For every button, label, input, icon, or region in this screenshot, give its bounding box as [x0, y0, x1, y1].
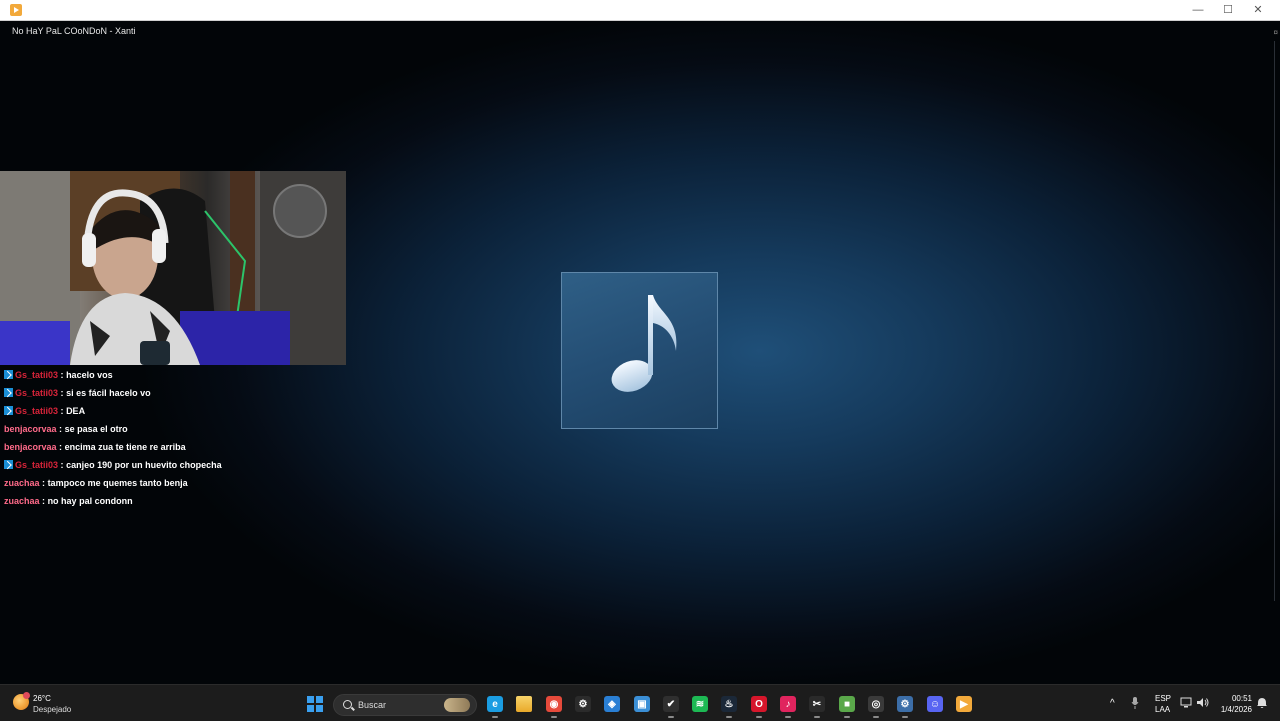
chat-username: zuachaa: [4, 478, 40, 488]
prime-badge-icon: [4, 370, 13, 379]
close-button[interactable]: ✕: [1243, 0, 1273, 20]
app-sync-icon[interactable]: ◈: [604, 696, 620, 712]
chat-separator: :: [42, 478, 46, 488]
chat-separator: :: [59, 442, 63, 452]
running-indicator: [873, 716, 879, 718]
windows-logo-icon: [316, 705, 323, 712]
language-indicator-top[interactable]: ESP: [1155, 694, 1171, 703]
chat-separator: :: [60, 460, 64, 470]
running-indicator: [814, 716, 820, 718]
chat-username: Gs_tatii03: [15, 406, 59, 416]
media-player-icon[interactable]: ▶: [956, 696, 972, 712]
notification-bell-icon[interactable]: [1257, 697, 1267, 711]
chat-separator: :: [59, 424, 63, 434]
running-indicator: [668, 716, 674, 718]
title-bar: — ☐ ✕: [0, 0, 1280, 21]
running-indicator: [844, 716, 850, 718]
tiktok-icon[interactable]: ♪: [780, 696, 796, 712]
obs-icon[interactable]: ◎: [868, 696, 884, 712]
webcam-overlay: [0, 171, 346, 365]
scrollbar[interactable]: [1274, 41, 1275, 601]
chat-text: si es fácil hacelo vo: [66, 388, 151, 398]
chat-username: zuachaa: [4, 496, 40, 506]
chat-message: benjacorvaa : se pasa el otro: [4, 420, 404, 438]
chat-separator: :: [42, 496, 46, 506]
settings-icon[interactable]: ⚙: [897, 696, 913, 712]
chat-overlay: Gs_tatii03 : hacelo vos Gs_tatii03 : si …: [4, 366, 404, 510]
search-highlight-icon: [444, 698, 470, 712]
weather-icon[interactable]: [13, 692, 30, 710]
game-app-icon[interactable]: ■: [839, 696, 855, 712]
chat-message: Gs_tatii03 : canjeo 190 por un huevito c…: [4, 456, 404, 474]
music-note-icon: [611, 295, 677, 392]
windows-logo-icon: [316, 696, 323, 703]
chat-text: tampoco me quemes tanto benja: [47, 478, 188, 488]
prime-badge-icon: [4, 460, 13, 469]
running-indicator: [726, 716, 732, 718]
taskbar-search-box[interactable]: Buscar: [333, 694, 477, 716]
track-title: No HaY PaL COoNDoN - Xanti: [12, 26, 136, 36]
chat-text: canjeo 190 por un huevito chopecha: [66, 460, 222, 470]
show-hidden-icons-chevron[interactable]: ^: [1110, 698, 1115, 709]
file-explorer-icon[interactable]: [516, 696, 532, 712]
opera-icon[interactable]: O: [751, 696, 767, 712]
running-indicator: [756, 716, 762, 718]
windows-logo-icon: [307, 705, 314, 712]
steam-icon[interactable]: ♨: [721, 696, 737, 712]
steelseries-icon[interactable]: ⚙: [575, 696, 591, 712]
capcut-icon[interactable]: ✂: [809, 696, 825, 712]
search-placeholder: Buscar: [358, 700, 387, 710]
media-player-app-icon: [10, 4, 22, 16]
spotify-icon[interactable]: ≋: [692, 696, 708, 712]
clock-time[interactable]: 00:51: [1218, 694, 1252, 703]
chat-text: encima zua te tiene re arriba: [64, 442, 186, 452]
chat-text: no hay pal condonn: [47, 496, 133, 506]
chat-message: Gs_tatii03 : hacelo vos: [4, 366, 404, 384]
edge-marker: ¤: [1273, 28, 1278, 37]
running-indicator: [551, 716, 557, 718]
chat-text: se pasa el otro: [64, 424, 128, 434]
language-indicator-bottom[interactable]: LAA: [1155, 705, 1170, 714]
prime-badge-icon: [4, 406, 13, 415]
start-button[interactable]: [307, 696, 323, 712]
running-indicator: [902, 716, 908, 718]
weather-temperature[interactable]: 26°C: [33, 694, 51, 703]
chat-message: zuachaa : no hay pal condonn: [4, 492, 404, 510]
chat-text: DEA: [66, 406, 86, 416]
nvidia-icon[interactable]: ✔: [663, 696, 679, 712]
running-indicator: [785, 716, 791, 718]
weather-description[interactable]: Despejado: [33, 705, 71, 714]
chat-message: Gs_tatii03 : si es fácil hacelo vo: [4, 384, 404, 402]
volume-icon[interactable]: [1196, 697, 1209, 710]
search-icon: [343, 700, 352, 709]
windows-logo-icon: [307, 696, 314, 703]
chat-separator: :: [60, 406, 64, 416]
app-window-icon[interactable]: ▣: [634, 696, 650, 712]
chat-message: benjacorvaa : encima zua te tiene re arr…: [4, 438, 404, 456]
chat-username: benjacorvaa: [4, 442, 57, 452]
maximize-button[interactable]: ☐: [1213, 0, 1243, 20]
chat-username: benjacorvaa: [4, 424, 57, 434]
chat-separator: :: [60, 370, 64, 380]
chat-username: Gs_tatii03: [15, 460, 59, 470]
chrome-icon[interactable]: ◉: [546, 696, 562, 712]
chat-text: hacelo vos: [66, 370, 113, 380]
edge-icon[interactable]: e: [487, 696, 503, 712]
album-art-placeholder: [561, 272, 718, 429]
microphone-icon[interactable]: [1131, 697, 1139, 711]
running-indicator: [492, 716, 498, 718]
minimize-button[interactable]: —: [1183, 0, 1213, 20]
network-icon[interactable]: [1180, 697, 1192, 710]
chat-message: zuachaa : tampoco me quemes tanto benja: [4, 474, 404, 492]
chat-message: Gs_tatii03 : DEA: [4, 402, 404, 420]
discord-icon[interactable]: ☺: [927, 696, 943, 712]
chat-username: Gs_tatii03: [15, 388, 59, 398]
taskbar: 26°C Despejado Buscar e ◉ ⚙ ◈ ▣ ✔ ≋ ♨ O ♪ ✂ ■ ◎ ⚙ ☺ ▶ ^…: [0, 684, 1280, 721]
chat-username: Gs_tatii03: [15, 370, 59, 380]
chat-separator: :: [60, 388, 64, 398]
clock-date[interactable]: 1/4/2026: [1214, 705, 1252, 714]
prime-badge-icon: [4, 388, 13, 397]
